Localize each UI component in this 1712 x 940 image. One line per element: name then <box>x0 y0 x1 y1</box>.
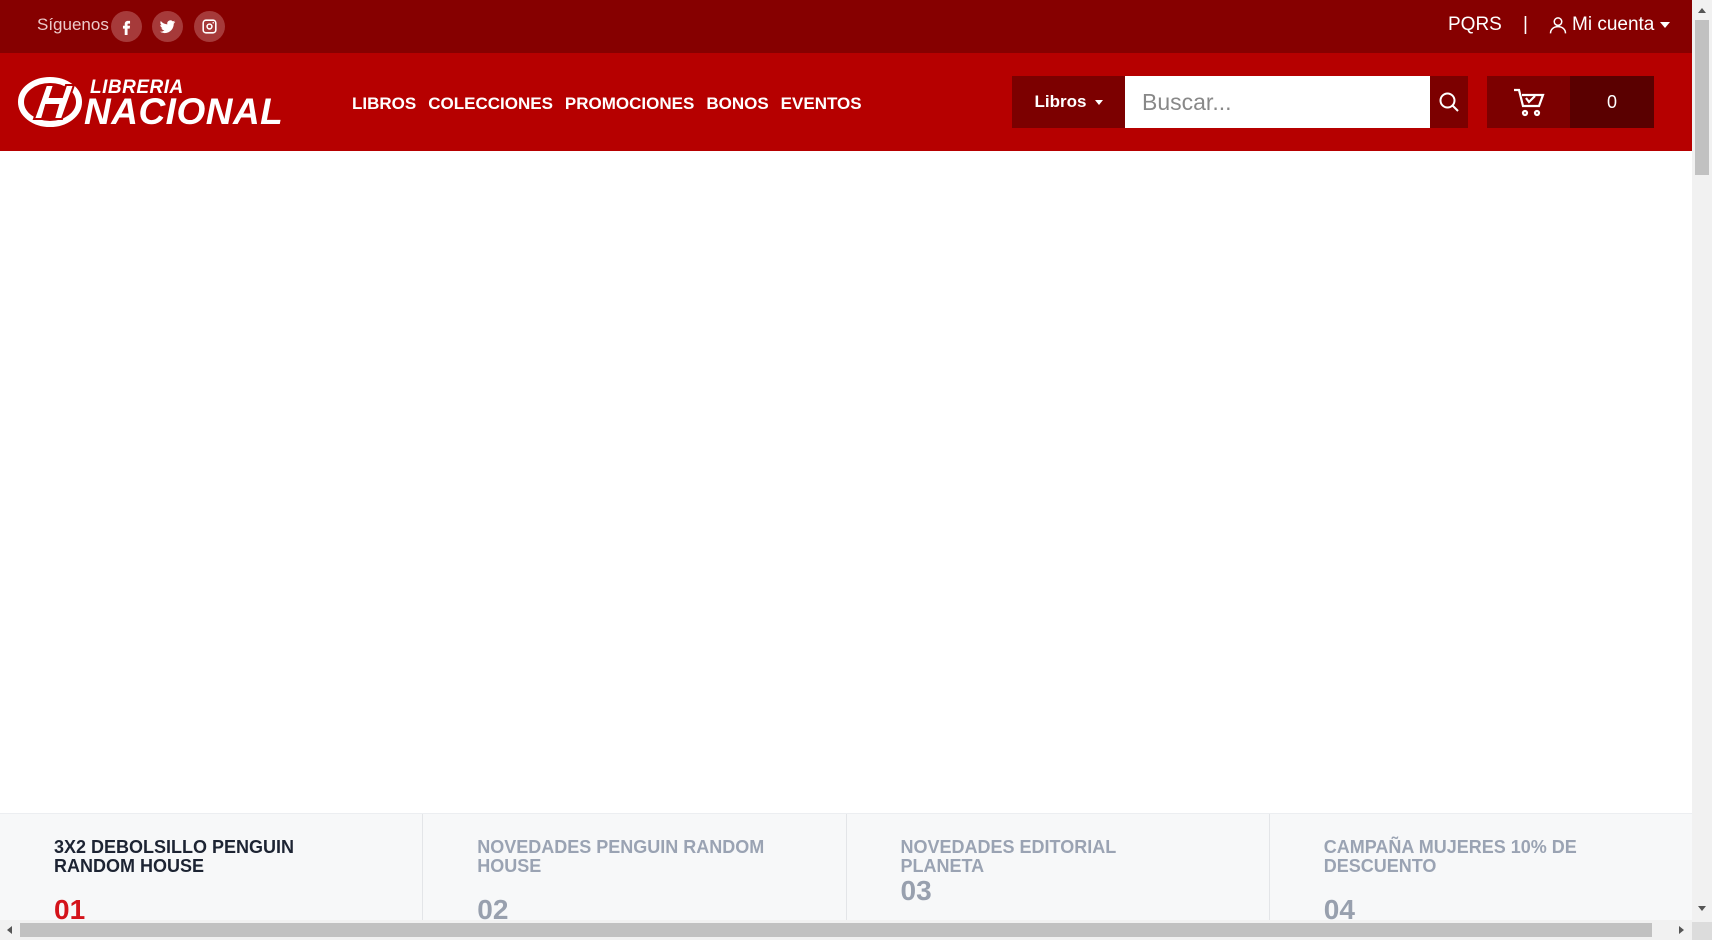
nav-item-promociones[interactable]: PROMOCIONES <box>565 94 694 114</box>
site-logo[interactable]: LIBRERIA NACIONAL <box>18 75 283 132</box>
follow-us-label: Síguenos <box>37 15 109 34</box>
scroll-right-icon[interactable] <box>1679 926 1684 934</box>
banner-tabs: 3X2 DEBOLSILLO PENGUIN RANDOM HOUSE 01 N… <box>0 813 1692 926</box>
banner-tab-number: 03 <box>900 875 932 906</box>
banner-tab-title: NOVEDADES PENGUIN RANDOM HOUSE <box>477 837 765 876</box>
twitter-icon <box>159 20 176 34</box>
chevron-down-icon <box>1660 22 1671 28</box>
cart-button[interactable] <box>1487 76 1570 128</box>
vertical-scrollbar[interactable] <box>1692 0 1712 922</box>
instagram-link[interactable] <box>194 11 225 42</box>
main-nav: LIBROS COLECCIONES PROMOCIONES BONOS EVE… <box>352 94 862 114</box>
horizontal-scrollbar[interactable] <box>0 920 1692 940</box>
nav-item-colecciones[interactable]: COLECCIONES <box>428 94 553 114</box>
banner-tab-title: 3X2 DEBOLSILLO PENGUIN RANDOM HOUSE <box>54 837 295 876</box>
scroll-left-icon[interactable] <box>7 926 12 934</box>
search-input[interactable] <box>1125 76 1430 128</box>
account-menu[interactable]: Mi cuenta <box>1548 14 1671 36</box>
search-icon <box>1439 92 1459 112</box>
nav-item-bonos[interactable]: BONOS <box>706 94 768 114</box>
search-button[interactable] <box>1430 76 1468 128</box>
scroll-up-icon[interactable] <box>1698 8 1706 13</box>
search-category-select[interactable]: Libros <box>1012 76 1126 128</box>
pqrs-link[interactable]: PQRS <box>1448 14 1502 36</box>
scrollbar-corner <box>1692 922 1712 940</box>
facebook-link[interactable] <box>111 11 142 42</box>
nav-item-libros[interactable]: LIBROS <box>352 94 416 114</box>
cart-count-badge[interactable]: 0 <box>1570 76 1654 128</box>
account-label: Mi cuenta <box>1572 14 1655 35</box>
logo-text-big: NACIONAL <box>84 91 284 132</box>
facebook-icon <box>122 20 131 35</box>
top-divider: | <box>1523 14 1528 35</box>
user-icon <box>1549 17 1567 34</box>
top-bar: Síguenos PQRS | Mi cuenta <box>0 0 1692 53</box>
banner-tab-title: CAMPAÑA MUJERES 10% DE DESCUENTO <box>1323 837 1577 876</box>
twitter-link[interactable] <box>152 11 183 42</box>
chevron-down-icon <box>1095 99 1104 105</box>
banner-tab-title: NOVEDADES EDITORIAL PLANETA <box>900 837 1116 876</box>
banner-tab-1[interactable]: 3X2 DEBOLSILLO PENGUIN RANDOM HOUSE 01 <box>0 814 424 925</box>
banner-tab-4[interactable]: CAMPAÑA MUJERES 10% DE DESCUENTO 04 <box>1270 814 1692 926</box>
logo-mark-icon <box>18 77 82 127</box>
banner-tab-2[interactable]: NOVEDADES PENGUIN RANDOM HOUSE 02 <box>423 814 847 925</box>
nav-item-eventos[interactable]: EVENTOS <box>781 94 862 114</box>
main-header: LIBRERIA NACIONAL LIBROS COLECCIONES PRO… <box>0 53 1692 151</box>
banner-tab-3[interactable]: NOVEDADES EDITORIAL PLANETA 03 <box>847 814 1270 922</box>
vertical-scroll-thumb[interactable] <box>1695 20 1709 175</box>
cart-icon <box>1513 88 1545 117</box>
horizontal-scroll-thumb[interactable] <box>20 923 1652 937</box>
scroll-down-icon[interactable] <box>1698 906 1706 911</box>
search-category-label: Libros <box>1034 92 1087 111</box>
instagram-icon <box>202 19 217 34</box>
